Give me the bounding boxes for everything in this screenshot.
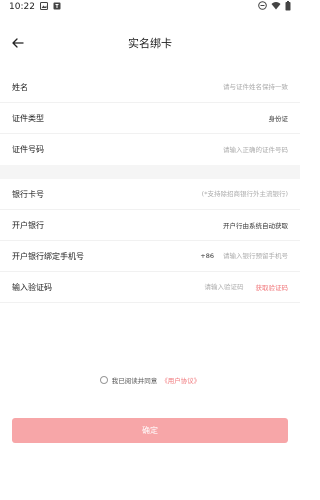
back-button[interactable] (9, 34, 27, 52)
code-field: 获取验证码 (183, 282, 289, 292)
status-left: 10:22 (9, 1, 61, 13)
id-type-row[interactable]: 证件类型 身份证 (0, 103, 300, 134)
wifi-icon (271, 1, 281, 13)
dnd-icon (258, 1, 267, 13)
id-number-row: 证件号码 (0, 134, 300, 165)
identity-section: 姓名 证件类型 身份证 证件号码 (0, 72, 300, 165)
gallery-icon (39, 1, 48, 13)
notification-icon (53, 2, 61, 13)
code-input[interactable] (183, 283, 244, 291)
phone-prefix: +86 (200, 252, 214, 260)
name-row: 姓名 (0, 72, 300, 103)
arrow-left-icon (12, 38, 24, 48)
confirm-button[interactable]: 确定 (12, 418, 288, 443)
id-type-label: 证件类型 (12, 113, 44, 123)
id-type-value[interactable]: 身份证 (269, 113, 289, 123)
id-number-input[interactable] (118, 145, 288, 154)
bank-section: 银行卡号 开户银行 开户行由系统自动获取 开户银行绑定手机号 +86 输入验证码… (0, 179, 300, 303)
bank-value: 开户行由系统自动获取 (223, 222, 288, 230)
battery-icon (285, 0, 291, 14)
status-right (258, 0, 291, 14)
section-divider (0, 165, 300, 179)
user-agreement-link[interactable]: 《用户协议》 (161, 375, 200, 385)
nav-bar: 实名绑卡 (0, 14, 300, 72)
id-number-label: 证件号码 (12, 145, 44, 154)
phone-row: 开户银行绑定手机号 +86 (0, 241, 300, 272)
status-bar: 10:22 (0, 0, 300, 14)
page-title: 实名绑卡 (128, 37, 172, 50)
bank-card-input[interactable] (118, 190, 288, 198)
phone-input[interactable] (218, 252, 288, 260)
phone-label: 开户银行绑定手机号 (12, 251, 84, 261)
name-input[interactable] (118, 83, 288, 91)
code-label: 输入验证码 (12, 282, 52, 292)
bank-card-row: 银行卡号 (0, 179, 300, 210)
bank-card-label: 银行卡号 (12, 189, 44, 199)
agreement-text: 我已阅读并同意 (111, 377, 158, 385)
get-code-button[interactable]: 获取验证码 (256, 282, 289, 292)
agreement: 我已阅读并同意 《用户协议》 (0, 375, 300, 385)
agreement-radio[interactable] (99, 376, 108, 384)
name-label: 姓名 (12, 82, 28, 92)
bank-label: 开户银行 (12, 220, 44, 230)
phone-field: +86 (200, 252, 288, 260)
status-time: 10:22 (9, 2, 35, 12)
code-row: 输入验证码 获取验证码 (0, 272, 300, 303)
bank-row: 开户银行 开户行由系统自动获取 (0, 210, 300, 241)
